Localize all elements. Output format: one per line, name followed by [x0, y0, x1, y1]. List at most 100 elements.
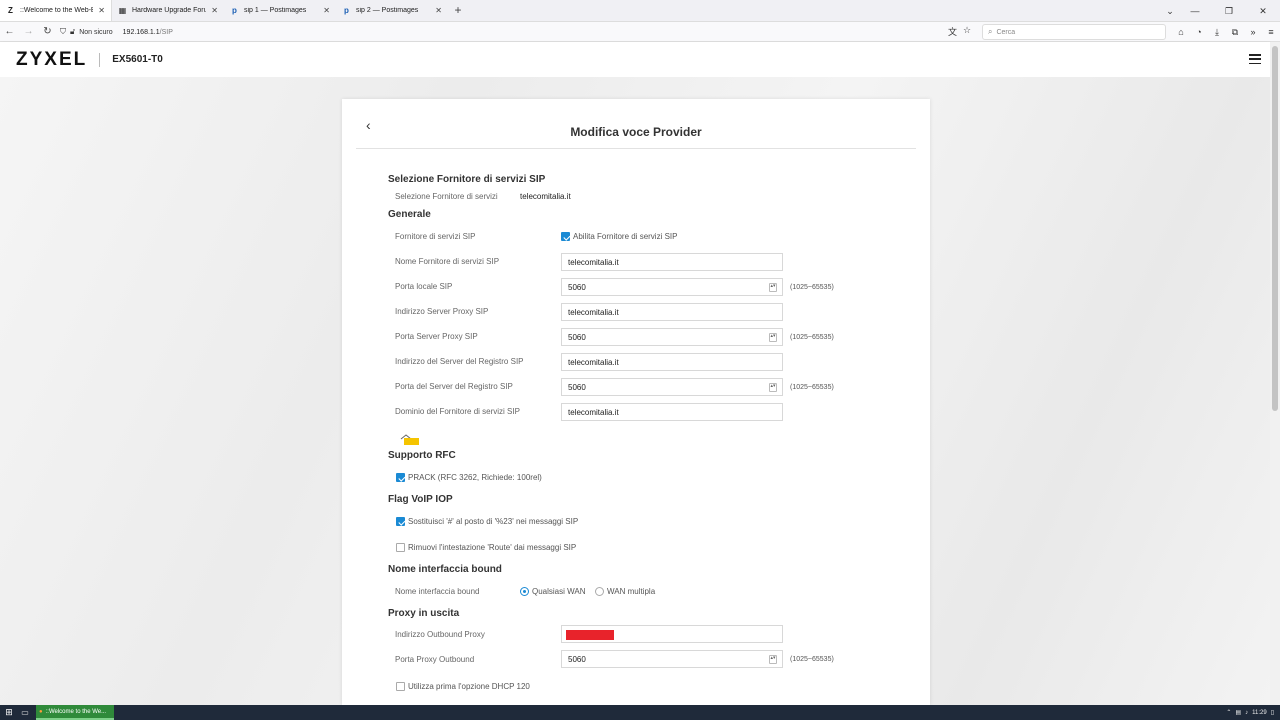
section-bound-interface: Nome interfaccia bound: [388, 564, 502, 575]
registrar-address-input[interactable]: telecomitalia.it: [561, 353, 783, 371]
volume-icon[interactable]: ♪: [1245, 710, 1248, 716]
menu-icon[interactable]: ≡: [1262, 22, 1280, 42]
firefox-icon: ●: [39, 708, 43, 715]
url-bar[interactable]: ⛉ 🔓︎ Non sicuro 192.168.1.1/SIP: [60, 24, 976, 40]
search-input[interactable]: ⌕ Cerca: [982, 24, 1166, 40]
domain-input[interactable]: telecomitalia.it: [561, 403, 783, 421]
downloads-icon[interactable]: ⤓: [1208, 22, 1226, 42]
provider-name-input[interactable]: telecomitalia.it: [561, 253, 783, 271]
minimize-icon[interactable]: —: [1178, 0, 1212, 22]
shield-icon[interactable]: ⛉: [60, 27, 66, 37]
browser-tab-zyxel[interactable]: Z ::Welcome to the Web-Based C ✕: [0, 0, 112, 21]
browser-tab-forum[interactable]: ▦ Hardware Upgrade Forum - Re ✕: [112, 0, 224, 21]
zyxel-favicon-icon: Z: [8, 5, 13, 15]
section-sip-selection: Selezione Fornitore di servizi SIP: [388, 174, 546, 185]
url-text[interactable]: 192.168.1.1/SIP: [123, 29, 173, 36]
spinner-icon: ▴▾: [769, 333, 777, 342]
sip-selection-value: telecomitalia.it: [520, 192, 571, 201]
any-wan-label: Qualsiasi WAN: [532, 587, 586, 596]
overflow-icon[interactable]: »: [1244, 22, 1262, 42]
local-port-label: Porta locale SIP: [395, 282, 453, 291]
any-wan-radio[interactable]: [520, 587, 529, 596]
list-tabs-icon[interactable]: ⌄: [1160, 0, 1180, 22]
replace-hash-checkbox[interactable]: [396, 517, 405, 526]
outbound-address-input[interactable]: [561, 625, 783, 643]
proxy-port-input[interactable]: 5060 ▴▾: [561, 328, 783, 346]
remove-route-checkbox[interactable]: [396, 543, 405, 552]
notifications-icon[interactable]: ▯: [1271, 709, 1274, 716]
close-tab-icon[interactable]: ✕: [435, 6, 442, 15]
proxy-address-input[interactable]: telecomitalia.it: [561, 303, 783, 321]
edit-provider-card: ‹ Modifica voce Provider Selezione Forni…: [342, 99, 930, 705]
redacted-value: [566, 630, 614, 640]
account-icon[interactable]: ◔: [1190, 22, 1208, 42]
url-actions: 文 ☆: [948, 25, 971, 38]
proxy-port-label: Porta Server Proxy SIP: [395, 332, 478, 341]
taskbar-firefox-button[interactable]: ● ::Welcome to the We...: [36, 705, 114, 720]
postimages-favicon-icon: p: [344, 5, 349, 15]
home-icon[interactable]: ⌂: [1172, 22, 1190, 42]
section-rfc: Supporto RFC: [388, 450, 456, 461]
task-view-icon[interactable]: ▭: [18, 705, 32, 720]
outbound-port-hint: (1025~65535): [790, 656, 834, 663]
spinner-icon: ▴▾: [769, 383, 777, 392]
remove-route-label: Rimuovi l'intestazione 'Route' dai messa…: [408, 543, 577, 552]
tab-title: sip 2 — Postimages: [356, 6, 419, 14]
replace-hash-label: Sostituisci '#' al posto di '%23' nei me…: [408, 517, 579, 526]
security-label: Non sicuro: [79, 28, 113, 36]
tab-title: ::Welcome to the Web-Based C: [20, 6, 93, 14]
windows-taskbar: ⊞ ▭ ● ::Welcome to the We... ⌃ ▤ ♪ 11:29…: [0, 705, 1280, 720]
system-tray: ⌃ ▤ ♪ 11:29 ▯: [1226, 705, 1280, 720]
tray-chevron-icon[interactable]: ⌃: [1226, 709, 1231, 716]
new-tab-button[interactable]: +: [448, 0, 468, 21]
close-tab-icon[interactable]: ✕: [323, 6, 330, 15]
browser-tab-sip2[interactable]: p sip 2 — Postimages ✕: [336, 0, 448, 21]
forward-icon[interactable]: →: [19, 22, 38, 42]
back-icon[interactable]: ←: [0, 22, 19, 42]
hamburger-menu-icon[interactable]: [1249, 54, 1261, 64]
prack-checkbox[interactable]: [396, 473, 405, 482]
lock-insecure-icon[interactable]: 🔓︎: [70, 27, 75, 37]
outbound-port-label: Porta Proxy Outbound: [395, 655, 475, 664]
page-scrollbar[interactable]: [1270, 42, 1280, 705]
restore-icon[interactable]: ❐: [1212, 0, 1246, 22]
toolbar-icons: ⌂ ◔ ⤓ ⧉ » ≡: [1172, 22, 1280, 42]
provider-name-label: Nome Fornitore di servizi SIP: [395, 257, 500, 266]
zyxel-logo[interactable]: ZYXEL: [16, 49, 87, 71]
folder-icon[interactable]: [400, 434, 420, 446]
provider-label: Fornitore di servizi SIP: [395, 232, 476, 241]
bookmark-star-icon[interactable]: ☆: [963, 25, 971, 38]
registrar-port-input[interactable]: 5060 ▴▾: [561, 378, 783, 396]
reload-icon[interactable]: ↻: [38, 22, 57, 42]
bound-interface-label: Nome interfaccia bound: [395, 587, 480, 596]
spinner-icon: ▴▾: [769, 283, 777, 292]
search-placeholder: Cerca: [996, 28, 1016, 36]
enable-provider-checkbox[interactable]: [561, 232, 570, 241]
outbound-port-input[interactable]: 5060 ▴▾: [561, 650, 783, 668]
section-outbound-proxy: Proxy in uscita: [388, 608, 460, 619]
close-tab-icon[interactable]: ✕: [98, 6, 105, 15]
section-voip-iop: Flag VoIP IOP: [388, 494, 453, 505]
browser-tab-strip: Z ::Welcome to the Web-Based C ✕ ▦ Hardw…: [0, 0, 1280, 22]
registrar-port-label: Porta del Server del Registro SIP: [395, 382, 513, 391]
browser-tab-sip1[interactable]: p sip 1 — Postimages ✕: [224, 0, 336, 21]
translate-icon[interactable]: 文: [948, 25, 957, 38]
extensions-icon[interactable]: ⧉: [1226, 22, 1244, 42]
tab-title: Hardware Upgrade Forum - Re: [132, 6, 207, 14]
prack-label: PRACK (RFC 3262, Richiede: 100rel): [408, 473, 542, 482]
domain-label: Dominio del Fornitore di servizi SIP: [395, 407, 520, 416]
local-port-input[interactable]: 5060 ▴▾: [561, 278, 783, 296]
close-window-icon[interactable]: ✕: [1246, 0, 1280, 22]
windows-start-icon[interactable]: ⊞: [0, 705, 18, 720]
search-icon: ⌕: [988, 27, 993, 36]
multi-wan-radio[interactable]: [595, 587, 604, 596]
taskbar-app-label: ::Welcome to the We...: [45, 708, 107, 715]
registrar-address-label: Indirizzo del Server del Registro SIP: [395, 357, 524, 366]
close-tab-icon[interactable]: ✕: [211, 6, 218, 15]
multi-wan-label: WAN multipla: [607, 587, 656, 596]
dhcp-120-checkbox[interactable]: [396, 682, 405, 691]
app-header: ZYXEL EX5601-T0: [0, 42, 1270, 77]
scrollbar-thumb[interactable]: [1272, 46, 1278, 411]
network-icon[interactable]: ▤: [1235, 709, 1241, 716]
clock[interactable]: 11:29: [1252, 710, 1267, 716]
